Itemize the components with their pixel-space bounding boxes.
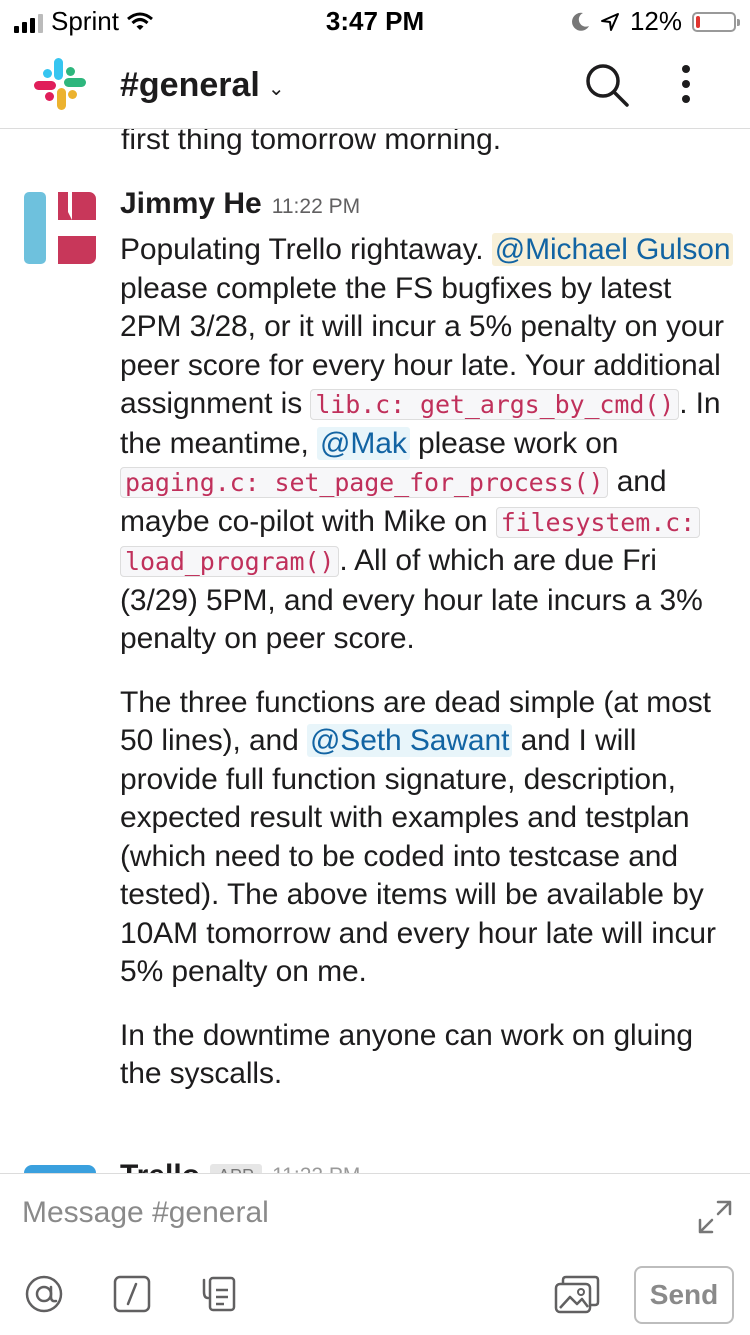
next-message-header: Trello APP 11:22 PM: [120, 1159, 360, 1173]
inline-code: paging.c: set_page_for_process(): [120, 467, 609, 498]
chevron-down-icon: ⌄: [267, 78, 285, 100]
message-author[interactable]: Trello: [120, 1159, 200, 1173]
message-text: and I will provide full function signatu…: [120, 724, 716, 988]
status-bar: Sprint 3:47 PM 12%: [0, 0, 750, 40]
attach-file-icon[interactable]: [198, 1274, 238, 1314]
message-timestamp: 11:22 PM: [272, 1164, 360, 1173]
more-vertical-icon[interactable]: [676, 64, 696, 104]
moon-icon: [572, 12, 589, 31]
battery-icon: [692, 11, 740, 32]
location-arrow-icon: [600, 12, 619, 31]
slack-logo-icon[interactable]: [32, 56, 88, 112]
message-composer: Send: [0, 1173, 750, 1335]
channel-title-button[interactable]: #general ⌄: [120, 66, 285, 105]
photo-icon[interactable]: [554, 1274, 600, 1314]
channel-name: #general: [120, 66, 260, 104]
message-paragraph: The three functions are dead simple (at …: [120, 684, 736, 992]
channel-header: #general ⌄: [0, 40, 750, 129]
at-sign-icon[interactable]: [24, 1274, 64, 1314]
send-button[interactable]: Send: [634, 1266, 734, 1324]
message-input[interactable]: [22, 1196, 662, 1230]
user-mention[interactable]: @Seth Sawant: [306, 724, 513, 757]
message-list[interactable]: first thing tomorrow morning. Jimmy He 1…: [0, 129, 750, 1173]
message-text: please work on: [409, 426, 619, 460]
message-paragraph: In the downtime anyone can work on gluin…: [120, 1018, 693, 1091]
slash-command-icon[interactable]: [112, 1274, 152, 1314]
trello-avatar[interactable]: [24, 1165, 96, 1173]
previous-message-tail: first thing tomorrow morning.: [121, 129, 502, 156]
message-author[interactable]: Jimmy He: [120, 187, 262, 221]
expand-icon[interactable]: [696, 1198, 734, 1236]
status-right: 12%: [570, 6, 740, 37]
message-body: Jimmy He 11:22 PM Populating Trello righ…: [120, 187, 736, 1119]
search-icon[interactable]: [584, 62, 630, 108]
message-text: Populating Trello rightaway.: [120, 233, 492, 266]
message-timestamp: 11:22 PM: [271, 195, 361, 218]
battery-percent: 12%: [629, 6, 682, 36]
inline-code: lib.c: get_args_by_cmd(): [310, 389, 680, 420]
app-badge: APP: [210, 1163, 263, 1173]
message-header: Jimmy He 11:22 PM: [120, 187, 736, 231]
user-mention[interactable]: @Michael Gulson: [491, 233, 734, 266]
user-mention[interactable]: @Mak: [317, 426, 410, 460]
avatar[interactable]: [24, 192, 96, 264]
message-paragraph: Populating Trello rightaway. @Michael Gu…: [120, 231, 736, 659]
